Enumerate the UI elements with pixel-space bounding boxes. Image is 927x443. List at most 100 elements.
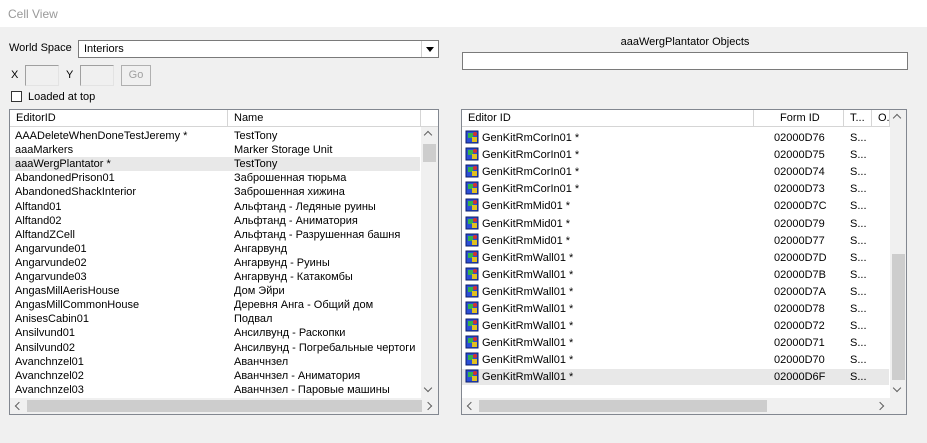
cell-type: S... bbox=[850, 149, 867, 162]
cells-hscroll-thumb[interactable] bbox=[27, 400, 422, 412]
cells-horizontal-scrollbar[interactable] bbox=[10, 398, 438, 414]
table-row[interactable]: Angarvunde02 Ангарвунд - Руины bbox=[10, 256, 420, 270]
table-row[interactable]: GenKitRmWall01 * 02000D7A S... bbox=[462, 284, 889, 300]
column-header-editorid[interactable]: EditorID bbox=[10, 110, 228, 127]
table-row[interactable]: GenKitRmWall01 * 02000D78 S... bbox=[462, 301, 889, 317]
scroll-up-arrow-icon[interactable] bbox=[421, 127, 437, 143]
objects-panel-title: aaaWergPlantator Objects bbox=[620, 36, 750, 48]
table-row[interactable]: GenKitRmWall01 * 02000D6F S... bbox=[462, 369, 889, 386]
cell-owner bbox=[872, 318, 889, 334]
cell-type: S... bbox=[850, 337, 867, 350]
column-header-owner[interactable]: O... bbox=[872, 110, 890, 127]
table-row[interactable]: Angarvunde03 Ангарвунд - Катакомбы bbox=[10, 270, 420, 284]
loaded-at-top-checkbox[interactable] bbox=[11, 91, 22, 102]
table-row[interactable]: aaaMarkers Marker Storage Unit bbox=[10, 143, 420, 157]
column-header-editor-id[interactable]: Editor ID bbox=[462, 110, 754, 127]
cell-type: S... bbox=[850, 354, 867, 367]
world-space-dropdown[interactable]: Interiors bbox=[78, 40, 439, 58]
objects-list-header: Editor ID Form ID T... O... bbox=[462, 110, 906, 127]
table-row[interactable]: Avanchnzel03 Аванчнзел - Паровые машины bbox=[10, 383, 420, 397]
scroll-down-arrow-icon[interactable] bbox=[890, 382, 906, 398]
cell-name: Аванчнзел - Аниматория bbox=[234, 369, 361, 382]
objects-vertical-scrollbar[interactable] bbox=[890, 110, 906, 398]
cell-owner bbox=[872, 181, 889, 197]
objects-horizontal-scrollbar[interactable] bbox=[462, 398, 906, 414]
column-header-type[interactable]: T... bbox=[844, 110, 872, 127]
table-row[interactable]: Ansilvund01 Ансилвунд - Раскопки bbox=[10, 326, 420, 340]
objects-vscroll-thumb[interactable] bbox=[892, 254, 905, 380]
cells-list-header: EditorID Name bbox=[10, 110, 438, 127]
cell-editor-id: GenKitRmWall01 * bbox=[482, 285, 574, 298]
table-row[interactable]: GenKitRmCorIn01 * 02000D76 S... bbox=[462, 130, 889, 146]
cells-vscroll-thumb[interactable] bbox=[423, 144, 436, 162]
table-row[interactable]: aaaWergPlantator * TestTony bbox=[10, 157, 420, 172]
cell-form-id: 02000D6F bbox=[774, 371, 826, 384]
table-row[interactable]: Avanchnzel01 Аванчнзел bbox=[10, 355, 420, 369]
cell-type: S... bbox=[850, 132, 867, 144]
title-bar: Cell View bbox=[0, 0, 927, 27]
scroll-right-arrow-icon[interactable] bbox=[874, 398, 890, 414]
table-row[interactable]: GenKitRmCorIn01 * 02000D75 S... bbox=[462, 147, 889, 163]
objects-filter-input[interactable] bbox=[462, 52, 908, 70]
table-row[interactable]: GenKitRmMid01 * 02000D7C S... bbox=[462, 198, 889, 214]
cell-editorid: aaaWergPlantator * bbox=[15, 158, 111, 171]
cell-type: S... bbox=[850, 371, 867, 384]
cell-form-id: 02000D7B bbox=[774, 268, 826, 281]
cell-editor-id: GenKitRmMid01 * bbox=[482, 234, 571, 247]
scroll-left-arrow-icon[interactable] bbox=[462, 398, 478, 414]
column-header-name[interactable]: Name bbox=[228, 110, 421, 127]
scroll-down-arrow-icon[interactable] bbox=[421, 382, 437, 398]
table-row[interactable]: GenKitRmWall01 * 02000D7B S... bbox=[462, 267, 889, 283]
cell-editorid: AAADeleteWhenDoneTestJeremy * bbox=[15, 130, 188, 142]
cell-editorid: Angarvunde01 bbox=[15, 242, 87, 255]
y-input[interactable] bbox=[80, 65, 114, 86]
cell-editor-id: GenKitRmMid01 * bbox=[482, 217, 571, 230]
table-row[interactable]: GenKitRmWall01 * 02000D72 S... bbox=[462, 318, 889, 334]
cell-name: Альфтанд - Разрушенная башня bbox=[234, 228, 401, 241]
loaded-at-top-label: Loaded at top bbox=[28, 91, 96, 103]
cell-form-id: 02000D73 bbox=[774, 183, 825, 196]
cell-name: Альфтанд - Ледяные руины bbox=[234, 200, 376, 213]
cell-name: Аванчнзел - Паровые машины bbox=[234, 383, 390, 396]
cell-form-id: 02000D71 bbox=[774, 337, 825, 350]
cells-list[interactable]: EditorID Name AAADeleteWhenDoneTestJerem… bbox=[9, 109, 439, 415]
cell-editorid: AlftandZCell bbox=[15, 228, 75, 241]
scroll-right-arrow-icon[interactable] bbox=[422, 398, 438, 414]
scroll-up-arrow-icon[interactable] bbox=[890, 110, 906, 126]
table-row[interactable]: Avanchnzel02 Аванчнзел - Аниматория bbox=[10, 369, 420, 383]
table-row[interactable]: AnisesCabin01 Подвал bbox=[10, 312, 420, 326]
cell-form-id: 02000D70 bbox=[774, 354, 825, 367]
table-row[interactable]: AbandonedPrison01 Заброшенная тюрьма bbox=[10, 171, 420, 185]
table-row[interactable]: AngasMillCommonHouse Деревня Анга - Общий… bbox=[10, 298, 420, 312]
cell-editorid: AbandonedShackInterior bbox=[15, 186, 137, 199]
objects-list[interactable]: Editor ID Form ID T... O... GenKitRmCorI… bbox=[461, 109, 907, 415]
table-row[interactable]: GenKitRmCorIn01 * 02000D73 S... bbox=[462, 181, 889, 197]
table-row[interactable]: AAADeleteWhenDoneTestJeremy * TestTony bbox=[10, 129, 420, 143]
table-row[interactable]: GenKitRmWall01 * 02000D71 S... bbox=[462, 335, 889, 351]
table-row[interactable]: GenKitRmMid01 * 02000D79 S... bbox=[462, 216, 889, 232]
x-input[interactable] bbox=[25, 65, 59, 86]
cell-name: Подвал bbox=[234, 313, 273, 326]
scroll-left-arrow-icon[interactable] bbox=[10, 398, 26, 414]
table-row[interactable]: GenKitRmWall01 * 02000D7D S... bbox=[462, 250, 889, 266]
table-row[interactable]: Ansilvund02 Ансилвунд - Погребальные черт… bbox=[10, 341, 420, 355]
table-row[interactable]: GenKitRmCorIn01 * 02000D74 S... bbox=[462, 164, 889, 180]
cells-vertical-scrollbar[interactable] bbox=[421, 127, 438, 398]
table-row[interactable]: AngasMillAerisHouse Дом Эйри bbox=[10, 284, 420, 298]
table-row[interactable]: AlftandZCell Альфтанд - Разрушенная башня bbox=[10, 228, 420, 242]
chevron-down-icon[interactable] bbox=[421, 41, 438, 57]
table-row[interactable]: GenKitRmMid01 * 02000D77 S... bbox=[462, 233, 889, 249]
table-row[interactable]: AbandonedShackInterior Заброшенная хижина bbox=[10, 185, 420, 199]
cell-editor-id: GenKitRmCorIn01 * bbox=[482, 166, 580, 179]
go-button[interactable]: Go bbox=[121, 65, 151, 86]
column-header-form-id[interactable]: Form ID bbox=[754, 110, 844, 127]
table-row[interactable]: Alftand01 Альфтанд - Ледяные руины bbox=[10, 200, 420, 214]
cell-form-id: 02000D7C bbox=[774, 200, 827, 213]
cell-editor-id: GenKitRmMid01 * bbox=[482, 200, 571, 213]
table-row[interactable]: Angarvunde01 Ангарвунд bbox=[10, 242, 420, 256]
objects-hscroll-thumb[interactable] bbox=[479, 400, 767, 412]
table-row[interactable]: Alftand02 Альфтанд - Аниматория bbox=[10, 214, 420, 228]
world-space-value: Interiors bbox=[84, 43, 124, 55]
cell-form-id: 02000D78 bbox=[774, 303, 825, 315]
table-row[interactable]: GenKitRmWall01 * 02000D70 S... bbox=[462, 352, 889, 368]
